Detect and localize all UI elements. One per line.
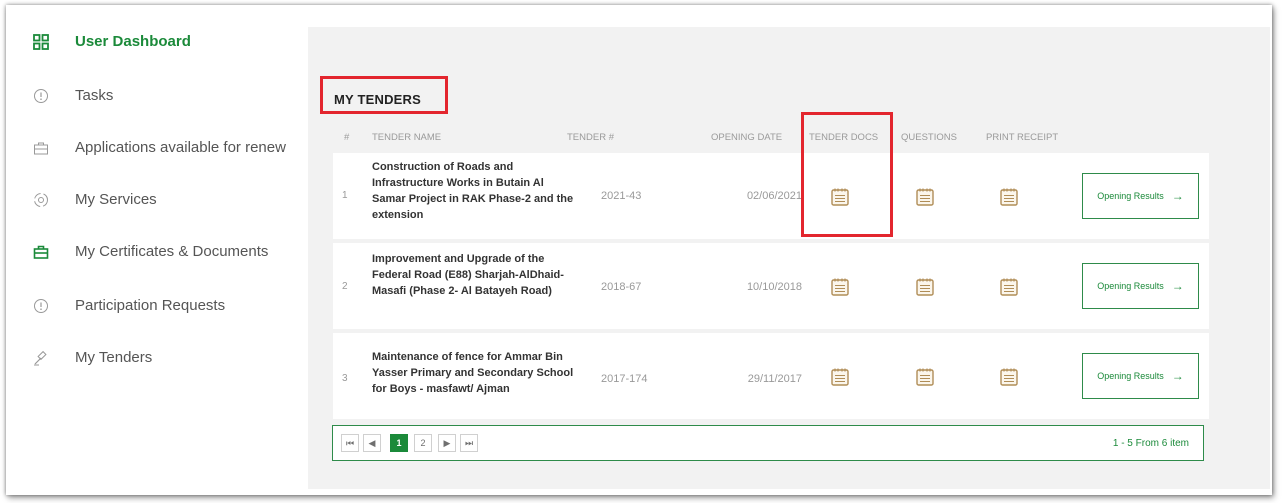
button-label: Opening Results: [1097, 281, 1164, 291]
column-header-print-receipt: PRINT RECEIPT: [986, 132, 1059, 143]
sidebar-item-my-services[interactable]: My Services: [33, 191, 157, 208]
briefcase-icon: [33, 244, 49, 260]
opening-results-button[interactable]: Opening Results →: [1082, 263, 1199, 309]
tender-docs-icon[interactable]: [830, 367, 850, 387]
arrow-right-icon: →: [1171, 279, 1184, 293]
sidebar-item-label: User Dashboard: [75, 33, 191, 50]
column-header-questions: QUESTIONS: [901, 132, 957, 143]
sidebar-item-label: Tasks: [75, 87, 114, 104]
arrow-right-icon: →: [1171, 369, 1184, 383]
sidebar-item-label: Participation Requests: [75, 297, 226, 314]
table-row: 2 Improvement and Upgrade of the Federal…: [333, 243, 1209, 329]
questions-icon[interactable]: [915, 187, 935, 207]
table-row: 3 Maintenance of fence for Ammar Bin Yas…: [333, 333, 1209, 419]
page-button-1[interactable]: 1: [390, 434, 408, 452]
tender-name: Maintenance of fence for Ammar Bin Yasse…: [372, 351, 574, 395]
row-index: 3: [342, 373, 348, 384]
tender-name: Construction of Roads and Infrastructure…: [372, 161, 574, 221]
sidebar-item-label: My Tenders: [75, 349, 153, 366]
page-title: MY TENDERS: [334, 92, 421, 107]
pagination: ⏮ ◀ 1 2 ▶ ⏭ 1 - 5 From 6 item: [332, 425, 1204, 461]
table-row: 1 Construction of Roads and Infrastructu…: [333, 153, 1209, 239]
opening-date: 10/10/2018: [746, 281, 802, 293]
column-header-tender-name: TENDER NAME: [372, 132, 442, 143]
row-index: 1: [342, 190, 348, 201]
next-page-button[interactable]: ▶: [438, 434, 456, 452]
table-header: # TENDER NAME TENDER # OPENING DATE TEND…: [333, 122, 1209, 152]
last-page-button[interactable]: ⏭: [460, 434, 478, 452]
first-page-button[interactable]: ⏮: [341, 434, 359, 452]
sidebar-item-label: My Services: [75, 191, 157, 208]
services-circle-icon: [33, 192, 49, 208]
sidebar-item-applications-renew[interactable]: Applications available for renew: [33, 139, 286, 156]
button-label: Opening Results: [1097, 191, 1164, 201]
pagination-summary: 1 - 5 From 6 item: [1112, 438, 1189, 449]
sidebar: User Dashboard Tasks Applications availa…: [6, 5, 306, 495]
tender-number: 2017-174: [601, 373, 648, 385]
print-receipt-icon[interactable]: [999, 277, 1019, 297]
sidebar-item-user-dashboard[interactable]: User Dashboard: [33, 33, 191, 50]
column-header-opening-date: OPENING DATE: [711, 132, 783, 143]
sidebar-item-certificates-documents[interactable]: My Certificates & Documents: [33, 243, 268, 260]
sidebar-item-participation-requests[interactable]: Participation Requests: [33, 297, 225, 314]
sidebar-item-my-tenders[interactable]: My Tenders: [33, 349, 152, 366]
column-header-tender-docs: TENDER DOCS: [809, 132, 879, 143]
column-header-index: #: [344, 132, 350, 143]
questions-icon[interactable]: [915, 277, 935, 297]
tender-docs-icon[interactable]: [830, 277, 850, 297]
column-header-tender-number: TENDER #: [567, 132, 614, 143]
tender-number: 2021-43: [601, 190, 642, 202]
gavel-icon: [33, 350, 49, 366]
tender-name: Improvement and Upgrade of the Federal R…: [372, 253, 564, 297]
button-label: Opening Results: [1097, 371, 1164, 381]
sidebar-item-label: My Certificates & Documents: [75, 243, 269, 260]
opening-results-button[interactable]: Opening Results →: [1082, 353, 1199, 399]
questions-icon[interactable]: [915, 367, 935, 387]
print-receipt-icon[interactable]: [999, 367, 1019, 387]
tender-number: 2018-67: [601, 281, 642, 293]
tender-docs-icon[interactable]: [830, 187, 850, 207]
print-receipt-icon[interactable]: [999, 187, 1019, 207]
briefcase-icon: [33, 140, 49, 156]
info-circle-icon: [33, 88, 49, 104]
arrow-right-icon: →: [1171, 189, 1184, 203]
opening-date: 29/11/2017: [747, 373, 802, 385]
sidebar-item-tasks[interactable]: Tasks: [33, 87, 113, 104]
opening-results-button[interactable]: Opening Results →: [1082, 173, 1199, 219]
dashboard-grid-icon: [33, 33, 49, 50]
row-index: 2: [342, 281, 348, 292]
sidebar-item-label: Applications available for renew: [75, 139, 286, 156]
opening-date: 02/06/2021: [746, 190, 802, 202]
info-circle-icon: [33, 298, 49, 314]
page-button-2[interactable]: 2: [414, 434, 432, 452]
prev-page-button[interactable]: ◀: [363, 434, 381, 452]
